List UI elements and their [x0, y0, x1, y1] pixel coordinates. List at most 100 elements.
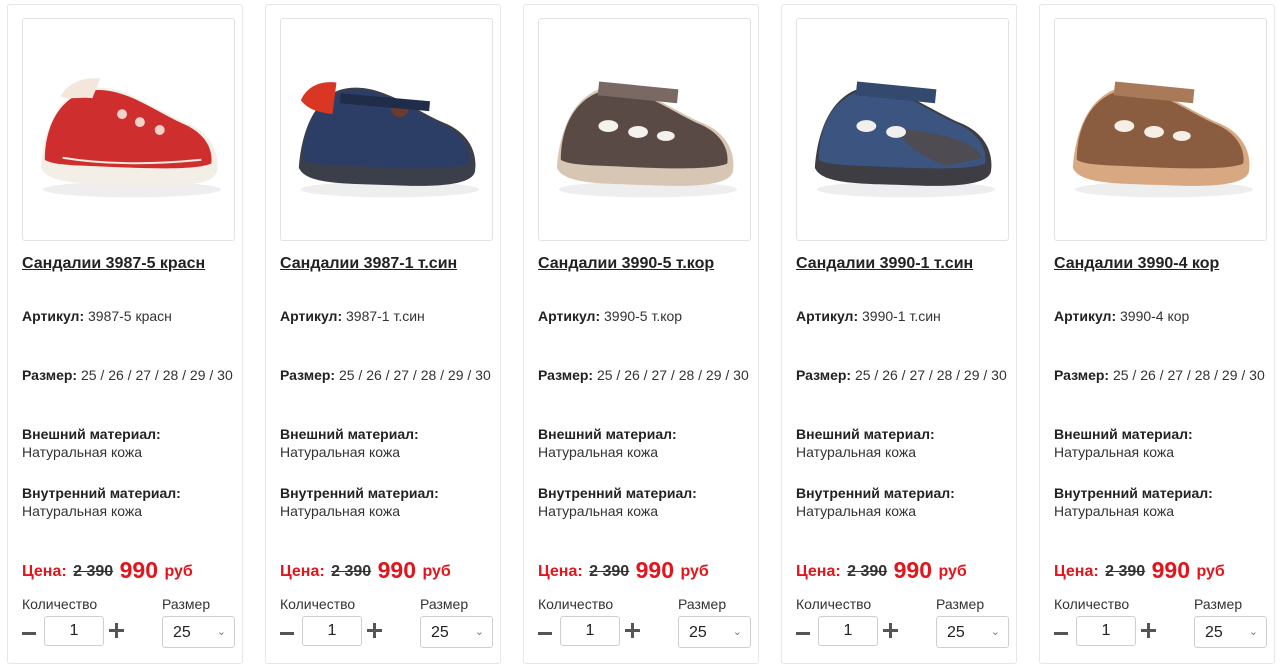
- price-label: Цена:: [22, 563, 67, 580]
- quantity-label: Количество: [22, 596, 98, 612]
- chevron-down-icon: ⌄: [732, 626, 742, 638]
- currency: руб: [1196, 563, 1225, 580]
- plus-icon[interactable]: [883, 623, 898, 638]
- size-value: 25 / 26 / 27 / 28 / 29 / 30: [338, 367, 491, 383]
- product-inner-material: Внутренний материал: Натуральная кожа: [538, 484, 750, 520]
- price-label: Цена:: [538, 563, 583, 580]
- product-article: Артикул: 3987-5 красн: [22, 307, 234, 325]
- old-price: 2 390: [73, 563, 114, 580]
- product-article: Артикул: 3990-1 т.син: [796, 307, 1008, 325]
- article-label: Артикул:: [280, 308, 343, 324]
- new-price: 990: [893, 557, 932, 583]
- old-price: 2 390: [331, 563, 372, 580]
- product-title[interactable]: Сандалии 3987-1 т.син: [280, 255, 495, 273]
- new-price: 990: [1151, 557, 1190, 583]
- minus-icon[interactable]: [1054, 626, 1068, 642]
- product-outer-material: Внешний материал: Натуральная кожа: [538, 425, 750, 461]
- outer-material-label: Внешний материал:: [796, 426, 935, 442]
- product-sizes: Размер: 25 / 26 / 27 / 28 / 29 / 30: [22, 366, 234, 384]
- inner-material-label: Внутренний материал:: [22, 485, 181, 501]
- chevron-down-icon: ⌄: [990, 626, 1000, 638]
- size-select-label: Размер: [936, 596, 985, 612]
- product-image[interactable]: [796, 18, 1009, 241]
- price-label: Цена:: [796, 563, 841, 580]
- size-select[interactable]: 25 ⌄: [1194, 616, 1267, 648]
- size-select-value: 25: [689, 624, 707, 641]
- product-card: Сандалии 3987-5 красн Артикул: 3987-5 кр…: [7, 4, 243, 664]
- size-label: Размер:: [280, 367, 336, 383]
- plus-icon[interactable]: [1141, 623, 1156, 638]
- minus-icon[interactable]: [22, 626, 36, 642]
- product-outer-material: Внешний материал: Натуральная кожа: [22, 425, 234, 461]
- plus-icon[interactable]: [109, 623, 124, 638]
- quantity-input[interactable]: [44, 616, 104, 646]
- new-price: 990: [635, 557, 674, 583]
- product-inner-material: Внутренний материал: Натуральная кожа: [796, 484, 1008, 520]
- shoe-picture: [814, 81, 996, 198]
- product-title[interactable]: Сандалии 3990-5 т.кор: [538, 255, 753, 273]
- size-select[interactable]: 25 ⌄: [678, 616, 751, 648]
- product-article: Артикул: 3990-5 т.кор: [538, 307, 750, 325]
- quantity-label: Количество: [280, 596, 356, 612]
- article-value: 3990-5 т.кор: [604, 308, 683, 324]
- size-select-label: Размер: [678, 596, 727, 612]
- outer-material-value: Натуральная кожа: [796, 444, 917, 460]
- size-value: 25 / 26 / 27 / 28 / 29 / 30: [596, 367, 749, 383]
- product-outer-material: Внешний материал: Натуральная кожа: [796, 425, 1008, 461]
- quantity-input[interactable]: [818, 616, 878, 646]
- product-image[interactable]: [22, 18, 235, 241]
- plus-icon[interactable]: [367, 623, 382, 638]
- size-select[interactable]: 25 ⌄: [162, 616, 235, 648]
- article-value: 3987-1 т.син: [346, 308, 425, 324]
- price-label: Цена:: [280, 563, 325, 580]
- inner-material-label: Внутренний материал:: [796, 485, 955, 501]
- size-value: 25 / 26 / 27 / 28 / 29 / 30: [1112, 367, 1265, 383]
- outer-material-label: Внешний материал:: [1054, 426, 1193, 442]
- size-label: Размер:: [22, 367, 78, 383]
- currency: руб: [422, 563, 451, 580]
- inner-material-label: Внутренний материал:: [280, 485, 439, 501]
- inner-material-value: Натуральная кожа: [280, 503, 401, 519]
- product-title[interactable]: Сандалии 3990-1 т.син: [796, 255, 1011, 273]
- size-value: 25 / 26 / 27 / 28 / 29 / 30: [854, 367, 1007, 383]
- inner-material-value: Натуральная кожа: [1054, 503, 1175, 519]
- quantity-input[interactable]: [1076, 616, 1136, 646]
- product-inner-material: Внутренний материал: Натуральная кожа: [22, 484, 234, 520]
- quantity-input[interactable]: [302, 616, 362, 646]
- product-image[interactable]: [538, 18, 751, 241]
- product-price: Цена: 2 390 990 руб: [1054, 557, 1225, 584]
- size-select[interactable]: 25 ⌄: [936, 616, 1009, 648]
- quantity-label: Количество: [796, 596, 872, 612]
- minus-icon[interactable]: [796, 626, 810, 642]
- chevron-down-icon: ⌄: [1248, 626, 1258, 638]
- product-sizes: Размер: 25 / 26 / 27 / 28 / 29 / 30: [538, 366, 750, 384]
- product-article: Артикул: 3987-1 т.син: [280, 307, 492, 325]
- size-select-value: 25: [1205, 624, 1223, 641]
- quantity-input[interactable]: [560, 616, 620, 646]
- quantity-label: Количество: [1054, 596, 1130, 612]
- old-price: 2 390: [847, 563, 888, 580]
- minus-icon[interactable]: [280, 626, 294, 642]
- product-title[interactable]: Сандалии 3987-5 красн: [22, 255, 237, 273]
- minus-icon[interactable]: [538, 626, 552, 642]
- plus-icon[interactable]: [625, 623, 640, 638]
- article-label: Артикул:: [22, 308, 85, 324]
- product-grid: Сандалии 3987-5 красн Артикул: 3987-5 кр…: [0, 0, 1280, 664]
- size-select[interactable]: 25 ⌄: [420, 616, 493, 648]
- shoe-picture: [40, 78, 222, 198]
- size-label: Размер:: [1054, 367, 1110, 383]
- outer-material-value: Натуральная кожа: [280, 444, 401, 460]
- old-price: 2 390: [589, 563, 630, 580]
- product-image[interactable]: [280, 18, 493, 241]
- product-card: Сандалии 3990-1 т.син Артикул: 3990-1 т.…: [781, 4, 1017, 664]
- size-label: Размер:: [538, 367, 594, 383]
- chevron-down-icon: ⌄: [216, 626, 226, 638]
- product-image[interactable]: [1054, 18, 1267, 241]
- product-title[interactable]: Сандалии 3990-4 кор: [1054, 255, 1269, 273]
- size-select-label: Размер: [162, 596, 211, 612]
- product-inner-material: Внутренний материал: Натуральная кожа: [280, 484, 492, 520]
- product-price: Цена: 2 390 990 руб: [538, 557, 709, 584]
- inner-material-value: Натуральная кожа: [538, 503, 659, 519]
- currency: руб: [164, 563, 193, 580]
- shoe-picture: [298, 82, 480, 198]
